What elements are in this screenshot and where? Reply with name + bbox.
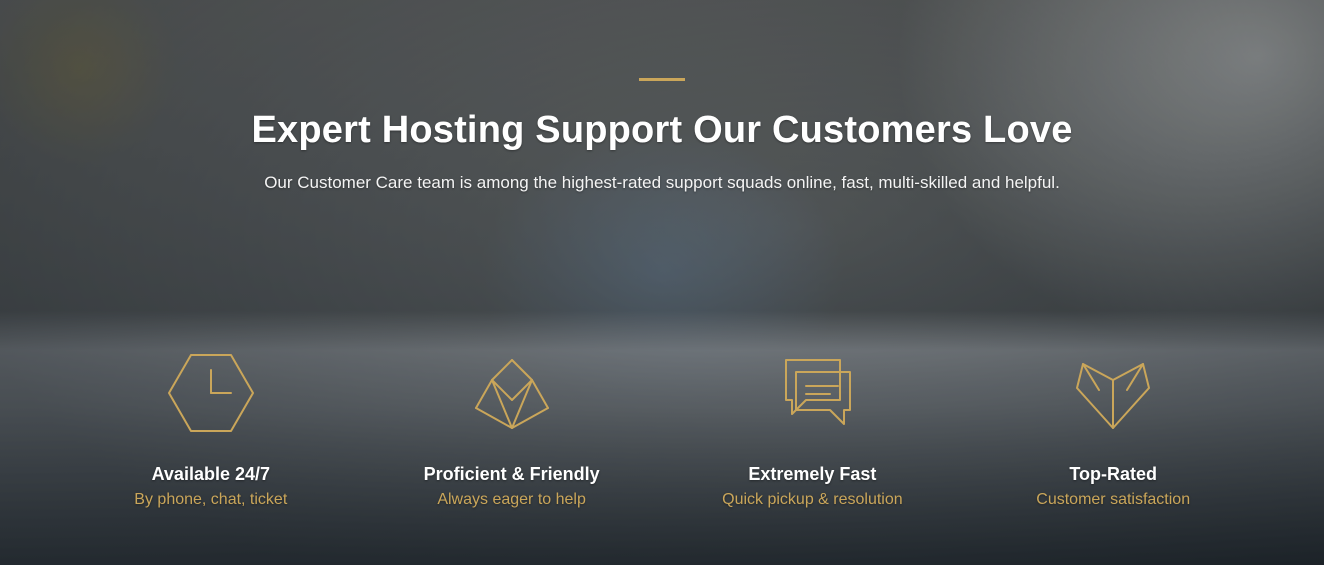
hero-content: Expert Hosting Support Our Customers Lov…	[0, 0, 1324, 565]
feature-subtitle: Quick pickup & resolution	[682, 491, 942, 509]
hex-clock-icon	[81, 350, 341, 436]
feature-title: Proficient & Friendly	[382, 464, 642, 485]
origami-crown-icon	[382, 350, 642, 436]
feature-subtitle: Always eager to help	[382, 491, 642, 509]
feature-top-rated: Top-Rated Customer satisfaction	[983, 350, 1243, 509]
feature-proficient-friendly: Proficient & Friendly Always eager to he…	[382, 350, 642, 509]
hero-subtitle: Our Customer Care team is among the high…	[252, 170, 1072, 196]
feature-extremely-fast: Extremely Fast Quick pickup & resolution	[682, 350, 942, 509]
feature-title: Top-Rated	[983, 464, 1243, 485]
feature-row: Available 24/7 By phone, chat, ticket Pr…	[0, 350, 1324, 509]
hero-title: Expert Hosting Support Our Customers Lov…	[0, 109, 1324, 152]
feature-subtitle: Customer satisfaction	[983, 491, 1243, 509]
chat-bubbles-icon	[682, 350, 942, 436]
accent-bar	[639, 78, 685, 81]
feature-title: Extremely Fast	[682, 464, 942, 485]
origami-heart-icon	[983, 350, 1243, 436]
support-hero-section: Expert Hosting Support Our Customers Lov…	[0, 0, 1324, 565]
feature-available-247: Available 24/7 By phone, chat, ticket	[81, 350, 341, 509]
feature-title: Available 24/7	[81, 464, 341, 485]
feature-subtitle: By phone, chat, ticket	[81, 491, 341, 509]
